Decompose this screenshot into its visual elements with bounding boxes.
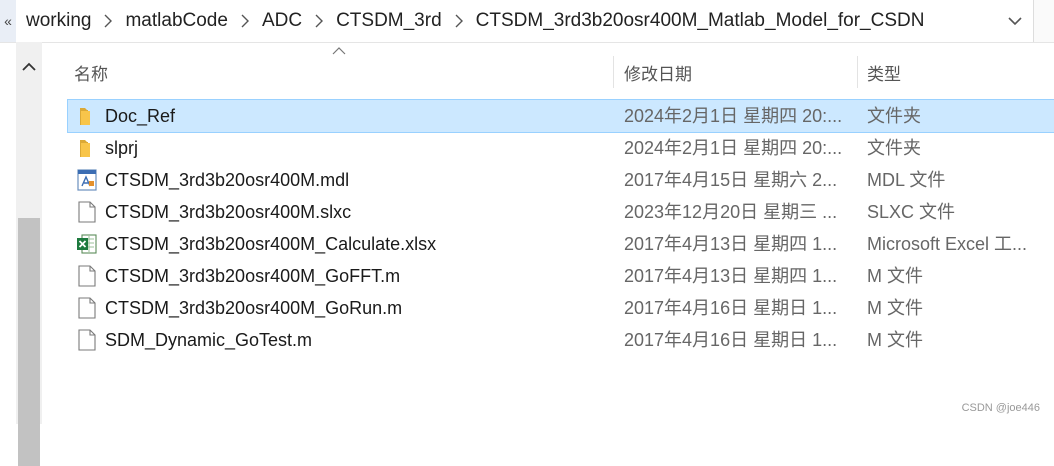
- watermark: CSDN @joe446: [961, 402, 1040, 414]
- file-type: 文件夹: [867, 106, 921, 126]
- file-type: M 文件: [867, 298, 923, 318]
- file-date: 2017年4月16日 星期日 1...: [624, 330, 838, 350]
- column-header-row: 名称 修改日期 类型: [64, 47, 1054, 94]
- breadcrumb-item[interactable]: CTSDM_3rd3b20osr400M_Matlab_Model_for_CS…: [472, 10, 929, 32]
- folder-icon: [80, 140, 90, 157]
- file-row[interactable]: SDM_Dynamic_GoTest.m 2017年4月16日 星期日 1...…: [68, 324, 1054, 356]
- file-type: Microsoft Excel 工...: [867, 234, 1028, 254]
- file-icon: [78, 201, 96, 223]
- chevron-down-icon: [1008, 17, 1022, 26]
- file-row[interactable]: CTSDM_3rd3b20osr400M_Calculate.xlsx 2017…: [68, 228, 1054, 260]
- file-icon: [78, 329, 96, 351]
- file-type: MDL 文件: [867, 170, 946, 190]
- file-row[interactable]: CTSDM_3rd3b20osr400M_GoFFT.m 2017年4月13日 …: [68, 260, 1054, 292]
- file-type: SLXC 文件: [867, 202, 956, 222]
- column-header-name[interactable]: 名称: [74, 50, 108, 94]
- file-type: M 文件: [867, 330, 923, 350]
- file-row[interactable]: CTSDM_3rd3b20osr400M.slxc 2023年12月20日 星期…: [68, 196, 1054, 228]
- file-icon: [78, 297, 96, 319]
- file-date: 2017年4月16日 星期日 1...: [624, 298, 838, 318]
- file-row[interactable]: CTSDM_3rd3b20osr400M.mdl 2017年4月15日 星期六 …: [68, 164, 1054, 196]
- file-type: 文件夹: [867, 138, 921, 158]
- breadcrumb-item[interactable]: ADC: [258, 10, 306, 32]
- address-bar[interactable]: « working matlabCode ADC CTSDM_3rd CTSDM…: [0, 0, 1054, 43]
- chevron-right-icon[interactable]: [232, 0, 258, 42]
- file-list: Doc_Ref 2024年2月1日 星期四 20:... 文件夹 slprj 2…: [67, 99, 1054, 356]
- column-divider[interactable]: [613, 56, 614, 88]
- chevron-right-icon[interactable]: [446, 0, 472, 42]
- folder-icon: [80, 108, 90, 125]
- file-date: 2024年2月1日 星期四 20:...: [624, 138, 843, 158]
- file-name: CTSDM_3rd3b20osr400M.mdl: [105, 170, 350, 190]
- mdl-file-icon: [77, 169, 97, 191]
- chevron-right-icon[interactable]: [306, 0, 332, 42]
- breadcrumb: working matlabCode ADC CTSDM_3rd CTSDM_3…: [22, 0, 928, 42]
- breadcrumb-item[interactable]: CTSDM_3rd: [332, 10, 446, 32]
- file-row[interactable]: Doc_Ref 2024年2月1日 星期四 20:... 文件夹: [67, 99, 1054, 133]
- excel-file-icon: [77, 234, 97, 254]
- file-name: slprj: [105, 138, 139, 158]
- chevron-up-icon: [22, 62, 36, 71]
- file-type: M 文件: [867, 266, 923, 286]
- sort-ascending-icon: [332, 47, 346, 55]
- column-header-date[interactable]: 修改日期: [624, 50, 692, 94]
- file-date: 2024年2月1日 星期四 20:...: [624, 106, 843, 126]
- file-name: Doc_Ref: [105, 106, 176, 126]
- column-divider[interactable]: [857, 56, 858, 88]
- file-date: 2017年4月13日 星期四 1...: [624, 234, 838, 254]
- file-row[interactable]: CTSDM_3rd3b20osr400M_GoRun.m 2017年4月16日 …: [68, 292, 1054, 324]
- breadcrumb-item[interactable]: matlabCode: [121, 10, 231, 32]
- file-date: 2017年4月15日 星期六 2...: [624, 170, 838, 190]
- chevron-right-icon[interactable]: [95, 0, 121, 42]
- file-icon: [78, 265, 96, 287]
- column-header-type[interactable]: 类型: [867, 50, 901, 94]
- scrollbar-thumb[interactable]: [18, 218, 40, 466]
- file-name: SDM_Dynamic_GoTest.m: [105, 330, 313, 350]
- file-name: CTSDM_3rd3b20osr400M_GoFFT.m: [105, 266, 401, 286]
- file-name: CTSDM_3rd3b20osr400M_GoRun.m: [105, 298, 403, 318]
- file-name: CTSDM_3rd3b20osr400M.slxc: [105, 202, 352, 222]
- address-dropdown-button[interactable]: [998, 0, 1032, 42]
- vertical-scrollbar[interactable]: [16, 42, 42, 466]
- file-date: 2017年4月13日 星期四 1...: [624, 266, 838, 286]
- file-name: CTSDM_3rd3b20osr400M_Calculate.xlsx: [105, 234, 437, 254]
- file-date: 2023年12月20日 星期三 ...: [624, 202, 838, 222]
- recent-locations-chevron[interactable]: «: [0, 0, 16, 42]
- scroll-up-button[interactable]: [16, 56, 42, 78]
- refresh-button-edge[interactable]: [1033, 0, 1054, 42]
- breadcrumb-item[interactable]: working: [22, 10, 95, 32]
- file-row[interactable]: slprj 2024年2月1日 星期四 20:... 文件夹: [68, 132, 1054, 164]
